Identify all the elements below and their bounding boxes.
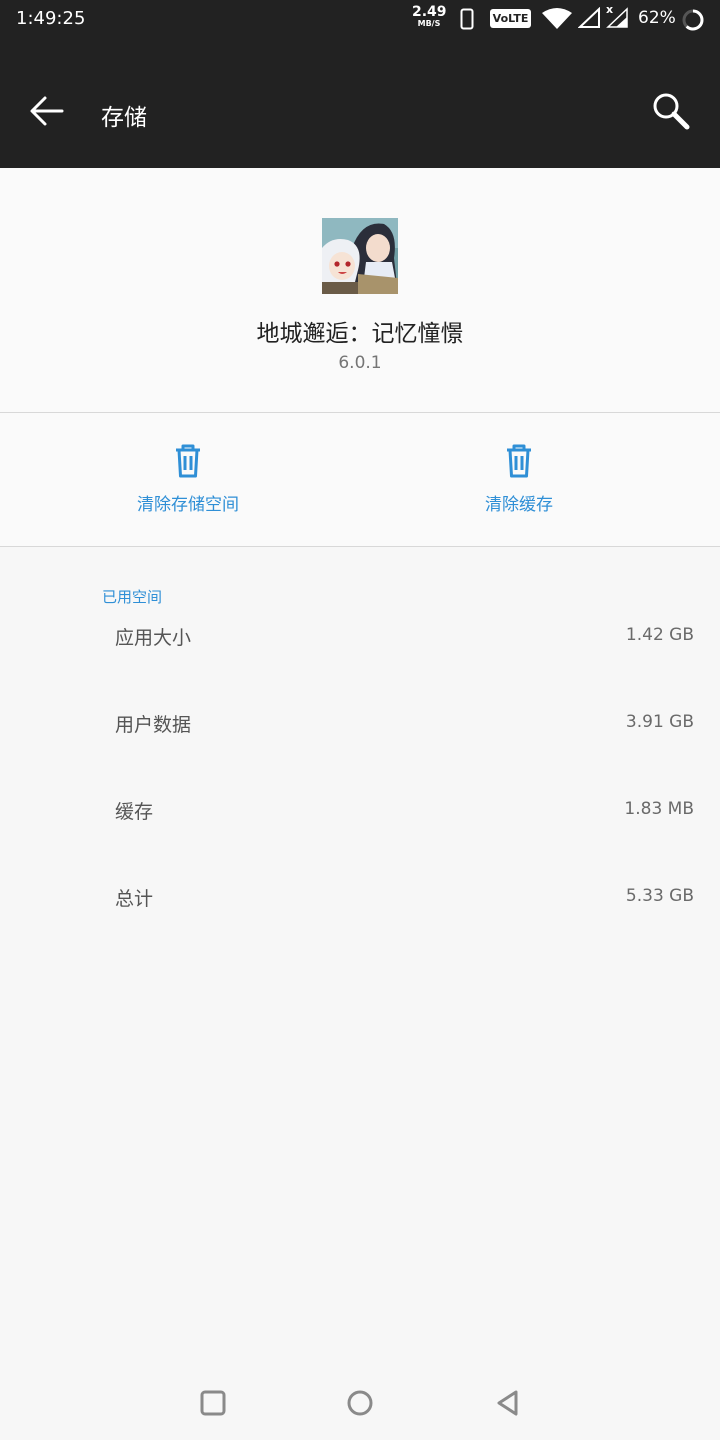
action-bar: 清除存储空间 清除缓存 [0, 413, 720, 546]
back-triangle-icon[interactable] [491, 1386, 525, 1420]
status-time: 1:49:25 [16, 8, 86, 29]
storage-row-value: 1.83 MB [624, 799, 694, 819]
search-icon[interactable] [648, 88, 694, 134]
home-circle-icon[interactable] [343, 1386, 377, 1420]
app-bar: 存储 [0, 38, 720, 168]
storage-row-label: 总计 [115, 888, 154, 910]
app-icon [322, 218, 398, 294]
network-speed-unit: MB/S [417, 19, 441, 28]
storage-row-value: 5.33 GB [625, 886, 694, 906]
divider [0, 546, 720, 547]
app-version: 6.0.1 [338, 353, 382, 373]
trash-icon [507, 444, 531, 478]
battery-icon [682, 9, 704, 31]
signal-icon [606, 7, 628, 28]
arrow-left-icon[interactable] [26, 90, 68, 132]
signal-outline-icon [578, 7, 600, 28]
clear-cache-label: 清除缓存 [485, 495, 553, 515]
battery-percent: 62% [638, 8, 676, 28]
storage-row-value: 1.42 GB [625, 625, 694, 645]
recents-square-icon[interactable] [196, 1386, 230, 1420]
network-speed-indicator: 2.49 MB/S [412, 4, 447, 29]
storage-row-value: 3.91 GB [625, 712, 694, 732]
app-name: 地城邂逅：记忆憧憬 [256, 321, 464, 347]
storage-row-label: 应用大小 [115, 627, 192, 649]
storage-row-total: 总计 5.33 GB [0, 884, 720, 971]
wifi-icon [542, 8, 572, 29]
app-header: 地城邂逅：记忆憧憬 6.0.1 [0, 168, 720, 412]
navigation-bar [0, 1370, 720, 1440]
clear-cache-button[interactable]: 清除缓存 [409, 443, 629, 523]
storage-row-label: 缓存 [115, 801, 154, 823]
phone-icon [460, 8, 474, 30]
storage-row-label: 用户数据 [115, 714, 192, 736]
trash-icon [176, 444, 200, 478]
page-title: 存储 [101, 105, 147, 131]
volte-icon: VoLTE [490, 9, 531, 28]
status-bar: 1:49:25 2.49 MB/S VoLTE x 62% [0, 0, 720, 38]
clear-storage-button[interactable]: 清除存储空间 [78, 443, 298, 523]
storage-row-app-size: 应用大小 1.42 GB [0, 623, 720, 710]
storage-row-user-data: 用户数据 3.91 GB [0, 710, 720, 797]
network-speed-value: 2.49 [412, 4, 447, 20]
storage-row-cache: 缓存 1.83 MB [0, 797, 720, 884]
clear-storage-label: 清除存储空间 [137, 495, 239, 515]
section-title-used-space: 已用空间 [102, 588, 163, 606]
